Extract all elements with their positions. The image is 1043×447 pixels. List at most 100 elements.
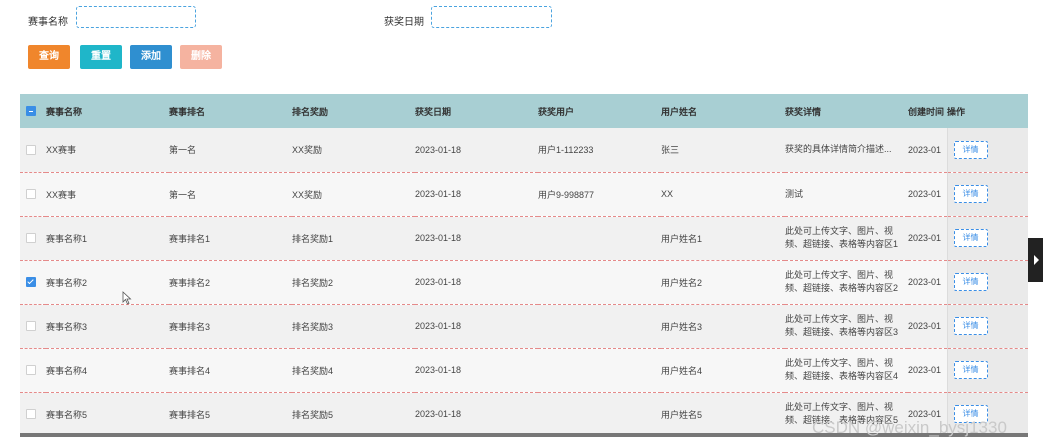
cell-date: 2023-01-18 — [415, 144, 462, 155]
cell-rank: 赛事排名3 — [169, 321, 211, 332]
cell-username: 用户姓名1 — [661, 233, 703, 244]
row-select-cell[interactable] — [20, 392, 46, 434]
table-row: XX赛事 第一名 XX奖励 2023-01-18 用户9-998877 XX 测试 2023-… — [20, 172, 1028, 216]
cell-user — [538, 348, 661, 392]
detail-button[interactable]: 详情 — [953, 229, 988, 247]
cell-reward: 排名奖励2 — [292, 277, 334, 288]
row-select-cell[interactable] — [20, 172, 46, 216]
col-header: 创建时间 — [908, 106, 945, 117]
cell-name: 赛事名称1 — [46, 233, 88, 244]
cell-actions: 详情 — [946, 216, 1028, 260]
cell-date: 2023-01-18 — [415, 233, 462, 243]
col-header: 用户姓名 — [661, 106, 698, 117]
cell-name: 赛事名称3 — [46, 321, 88, 332]
detail-button[interactable]: 详情 — [953, 140, 988, 159]
cell-date: 2023-01-18 — [415, 189, 462, 199]
detail-button[interactable]: 详情 — [953, 185, 988, 203]
cell-username: XX — [661, 189, 674, 199]
row-select-cell[interactable] — [20, 304, 46, 348]
cell-created: 2023-01 — [908, 189, 942, 199]
cell-name: 赛事名称5 — [46, 409, 88, 420]
cell-detail: 此处可上传文字、图片、视频、超链接、表格等内容区4 — [785, 358, 899, 381]
cell-user — [538, 216, 661, 260]
cell-date: 2023-01-18 — [415, 277, 462, 287]
col-header: 获奖用户 — [538, 106, 575, 117]
row-checkbox[interactable] — [26, 321, 36, 332]
cell-user — [538, 392, 661, 434]
row-select-cell[interactable] — [20, 128, 46, 172]
cell-reward: 排名奖励1 — [292, 233, 334, 244]
mouse-cursor-icon — [122, 291, 132, 305]
row-select-cell[interactable] — [20, 260, 46, 304]
cell-detail: 测试 — [785, 188, 804, 199]
row-checkbox[interactable] — [26, 277, 36, 288]
cell-name: XX赛事 — [46, 189, 77, 200]
row-checkbox[interactable] — [26, 365, 36, 376]
cell-reward: 排名奖励4 — [292, 365, 334, 376]
table-row: 赛事名称1 赛事排名1 排名奖励1 2023-01-18 用户姓名1 此处可上传文字、图片… — [20, 216, 1028, 260]
cell-actions: 详情 — [946, 260, 1028, 304]
event-name-label: 赛事名称 — [28, 17, 68, 28]
cell-created: 2023-01 — [908, 321, 942, 331]
cell-reward: XX奖励 — [292, 189, 323, 200]
query-button[interactable]: 查询 — [28, 45, 70, 69]
cell-user — [538, 260, 661, 304]
cell-actions: 详情 — [946, 304, 1028, 348]
cell-detail: 此处可上传文字、图片、视频、超链接、表格等内容区1 — [785, 226, 899, 249]
cell-reward: 排名奖励3 — [292, 321, 334, 332]
chevron-right-icon — [1034, 255, 1039, 265]
table-row: XX赛事 第一名 XX奖励 2023-01-18 用户1-112233 张三 获奖的具体详情… — [20, 128, 1028, 172]
row-select-cell[interactable] — [20, 216, 46, 260]
cell-reward: 排名奖励5 — [292, 409, 334, 420]
award-date-input[interactable] — [431, 6, 552, 28]
cell-reward: XX奖励 — [292, 145, 323, 156]
table-row: 赛事名称2 赛事排名2 排名奖励2 2023-01-18 用户姓名2 此处可上传文字、图片… — [20, 260, 1028, 304]
cell-created: 2023-01 — [908, 233, 942, 243]
add-button[interactable]: 添加 — [130, 45, 172, 69]
cell-username: 用户姓名4 — [661, 365, 703, 376]
cell-detail: 获奖的具体详情简介描述... — [785, 144, 892, 155]
reset-button[interactable]: 重置 — [80, 45, 122, 69]
detail-button[interactable]: 详情 — [953, 273, 988, 291]
cell-username: 用户姓名2 — [661, 277, 703, 288]
cell-rank: 赛事排名1 — [169, 233, 211, 244]
table-row: 赛事名称4 赛事排名4 排名奖励4 2023-01-18 用户姓名4 此处可上传文字、图片… — [20, 348, 1028, 392]
col-header: 排名奖励 — [292, 106, 329, 117]
cell-actions: 详情 — [946, 172, 1028, 216]
cell-username: 张三 — [661, 145, 680, 156]
cell-date: 2023-01-18 — [415, 409, 462, 419]
cell-username: 用户姓名5 — [661, 409, 703, 420]
cell-user — [538, 304, 661, 348]
row-checkbox[interactable] — [26, 189, 36, 200]
search-bar: 赛事名称 获奖日期 — [0, 0, 1043, 40]
cell-rank: 第一名 — [169, 189, 197, 200]
cell-date: 2023-01-18 — [415, 365, 462, 375]
row-checkbox[interactable] — [26, 409, 36, 420]
detail-button[interactable]: 详情 — [953, 317, 988, 335]
table-row: 赛事名称3 赛事排名3 排名奖励3 2023-01-18 用户姓名3 此处可上传文字、图片… — [20, 304, 1028, 348]
watermark: CSDN @weixin_bysj1330 — [812, 418, 1007, 437]
cell-user: 用户1-112233 — [538, 145, 594, 156]
event-name-input[interactable] — [76, 6, 196, 28]
row-checkbox[interactable] — [26, 233, 36, 244]
cell-date: 2023-01-18 — [415, 321, 462, 331]
cell-actions: 详情 — [946, 348, 1028, 392]
row-checkbox[interactable] — [26, 145, 36, 156]
delete-button[interactable]: 删除 — [180, 45, 222, 69]
cell-rank: 赛事排名4 — [169, 365, 211, 376]
table-header: 赛事名称 赛事排名 排名奖励 获奖日期 获奖用户 用户姓名 获奖详情 创建时间 … — [20, 94, 1028, 128]
col-header: 赛事名称 — [46, 106, 83, 117]
col-header: 操作 — [947, 106, 966, 117]
cell-rank: 赛事排名2 — [169, 277, 211, 288]
cell-username: 用户姓名3 — [661, 321, 703, 332]
select-all-cell[interactable] — [20, 94, 46, 128]
award-date-label: 获奖日期 — [384, 17, 424, 28]
cell-created: 2023-01 — [908, 144, 942, 155]
detail-button[interactable]: 详情 — [953, 361, 988, 379]
cell-user: 用户9-998877 — [538, 189, 595, 200]
row-select-cell[interactable] — [20, 348, 46, 392]
col-header: 赛事排名 — [169, 106, 206, 117]
select-all-checkbox[interactable] — [26, 106, 36, 117]
cell-actions: 详情 — [946, 128, 1028, 172]
cell-rank: 第一名 — [169, 145, 197, 156]
